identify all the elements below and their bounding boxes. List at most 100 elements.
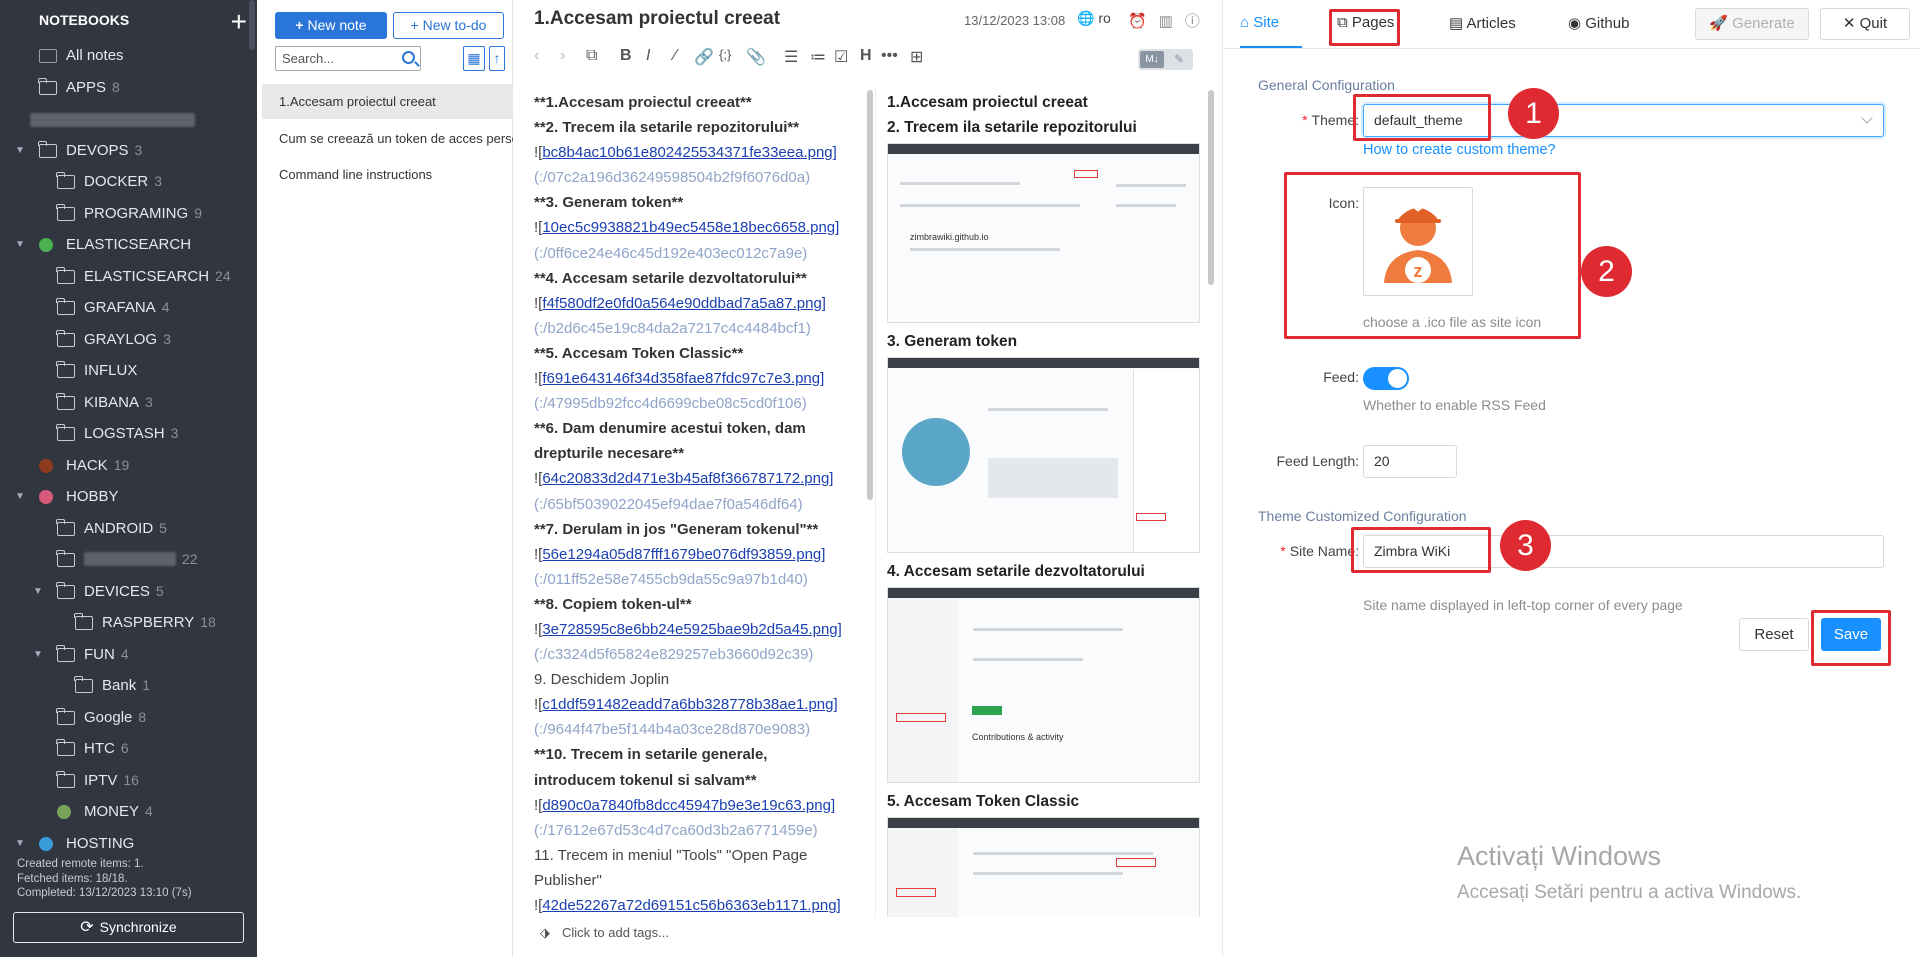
- notebook-item[interactable]: Google 8: [0, 702, 249, 734]
- attach-file-icon[interactable]: 📎: [746, 47, 766, 67]
- expand-chevron-icon[interactable]: ▼: [32, 639, 44, 671]
- notebook-item[interactable]: ▼ FUN 4: [0, 639, 249, 671]
- notebook-item[interactable]: [0, 103, 249, 135]
- notebook-item[interactable]: Bank 1: [0, 670, 249, 702]
- bold-icon[interactable]: B: [620, 47, 632, 65]
- spellcheck-language[interactable]: 🌐 ro: [1077, 10, 1111, 27]
- expand-chevron-icon[interactable]: ▼: [14, 135, 26, 167]
- search-input[interactable]: Search...: [275, 46, 421, 71]
- preview-screenshot-token-classic: [887, 817, 1200, 917]
- markdown-image-link[interactable]: bc8b4ac10b61e802425534371fe33eea.png]: [542, 144, 836, 161]
- quit-button[interactable]: ✕ Quit: [1820, 8, 1910, 40]
- close-icon: ✕: [1842, 15, 1860, 32]
- screenshot-site-text: zimbrawiki.github.io: [910, 232, 989, 242]
- note-list-item[interactable]: 1.Accesam proiectul creeat: [262, 84, 513, 119]
- expand-chevron-icon[interactable]: ▼: [14, 229, 26, 261]
- new-note-button[interactable]: + New note: [275, 12, 387, 39]
- tags-bar[interactable]: ⬗ Click to add tags...: [540, 925, 669, 941]
- forward-icon[interactable]: ›: [560, 47, 565, 65]
- tab-articles[interactable]: ▤ Articles: [1449, 14, 1516, 32]
- new-todo-button[interactable]: + New to-do: [393, 12, 504, 39]
- markdown-preview[interactable]: 1.Accesam proiectul creeat 2. Trecem ila…: [887, 90, 1205, 917]
- markdown-image-link[interactable]: f4f580df2e0fd0a564e90ddbad7a5a87.png]: [542, 295, 826, 312]
- italic-icon[interactable]: I: [646, 47, 650, 65]
- screenshot-line: [973, 628, 1123, 631]
- expand-chevron-icon[interactable]: ▼: [32, 576, 44, 608]
- markdown-image-link[interactable]: f691e643146f34d358fae87fdc97c7e3.png]: [542, 370, 824, 387]
- notebook-item[interactable]: ANDROID 5: [0, 513, 249, 545]
- heading-icon[interactable]: H: [860, 47, 872, 65]
- notebook-item[interactable]: 22: [0, 544, 249, 576]
- link-icon[interactable]: 🔗: [694, 47, 714, 67]
- notebook-item[interactable]: ▼ DEVICES 5: [0, 576, 249, 608]
- expand-chevron-icon[interactable]: ▼: [14, 481, 26, 513]
- notebook-item[interactable]: ▼ HOBBY: [0, 481, 249, 513]
- notebook-item[interactable]: All notes: [0, 40, 249, 72]
- notebook-count: 22: [182, 551, 198, 567]
- note-list-item[interactable]: Cum se creează un token de acces persona…: [262, 121, 513, 156]
- bulleted-list-icon[interactable]: ☰: [784, 47, 798, 67]
- info-icon[interactable]: ⓘ: [1185, 13, 1212, 30]
- markdown-image-link[interactable]: 3e728595c8e6bb24e5925bae9b2d5a45.png]: [542, 621, 841, 638]
- notebook-item[interactable]: ELASTICSEARCH 24: [0, 261, 249, 293]
- reset-button[interactable]: Reset: [1739, 618, 1809, 651]
- synchronize-button[interactable]: ⟳ Synchronize: [13, 912, 244, 943]
- note-date[interactable]: 13/12/2023 13:08: [964, 13, 1065, 28]
- notebook-item[interactable]: INFLUX: [0, 355, 249, 387]
- layout-toggle-icon[interactable]: ▥: [1159, 13, 1185, 30]
- checklist-icon[interactable]: ☑: [834, 47, 848, 67]
- notebook-label: ANDROID 5: [84, 513, 167, 545]
- search-icon[interactable]: [402, 51, 415, 64]
- note-list-item[interactable]: Command line instructions: [262, 157, 513, 192]
- folder-icon: [56, 329, 75, 347]
- more-icon[interactable]: •••: [881, 47, 898, 65]
- notebook-item[interactable]: HACK 19: [0, 450, 249, 482]
- rich-text-view-icon[interactable]: ✎: [1168, 51, 1190, 68]
- notebook-item[interactable]: PROGRAMING 9: [0, 198, 249, 230]
- feed-toggle[interactable]: [1363, 367, 1409, 390]
- insert-datetime-icon[interactable]: ⊞: [910, 47, 923, 67]
- editor-scrollbar[interactable]: [867, 90, 873, 500]
- markdown-image-link[interactable]: c1ddf591482eadd7a6bb328778b38ae1.png]: [542, 696, 837, 713]
- notebook-item[interactable]: IPTV 16: [0, 765, 249, 797]
- tab-site[interactable]: ⌂ Site: [1240, 14, 1279, 31]
- notebook-item[interactable]: KIBANA 3: [0, 387, 249, 419]
- markdown-view-icon[interactable]: M↓: [1140, 51, 1164, 68]
- notebook-item[interactable]: DOCKER 3: [0, 166, 249, 198]
- notebook-item[interactable]: LOGSTASH 3: [0, 418, 249, 450]
- markdown-image-link[interactable]: 42de52267a72d69151c56b6363eb1171.png]: [542, 897, 840, 914]
- feed-length-input[interactable]: 20: [1363, 445, 1457, 478]
- external-edit-icon[interactable]: ⧉: [586, 47, 597, 65]
- notebook-item[interactable]: ▼ DEVOPS 3: [0, 135, 249, 167]
- markdown-image-link[interactable]: 64c20833d2d471e3b45af8f366787172.png]: [542, 470, 833, 487]
- notebook-item[interactable]: APPS 8: [0, 72, 249, 104]
- feed-label: Feed:: [1323, 369, 1359, 385]
- back-icon[interactable]: ‹: [534, 47, 539, 65]
- highlight-icon[interactable]: ⁄: [674, 47, 677, 65]
- alarm-icon[interactable]: ⏰: [1128, 13, 1159, 30]
- preview-scrollbar[interactable]: [1208, 90, 1214, 285]
- markdown-image-link[interactable]: 56e1294a05d87fff1679be076df93859.png]: [542, 546, 825, 563]
- editor-view-toggle[interactable]: M↓ ✎: [1138, 49, 1193, 70]
- tab-github[interactable]: ◉ Github: [1568, 14, 1629, 32]
- code-icon[interactable]: {;}: [719, 47, 731, 62]
- markdown-image-link[interactable]: 10ec5c9938821b49ec5458e18bec6658.png]: [542, 219, 839, 236]
- custom-theme-help-link[interactable]: How to create custom theme?: [1363, 142, 1556, 158]
- notebook-item[interactable]: MONEY 4: [0, 796, 249, 828]
- notebook-item[interactable]: ▼ ELASTICSEARCH: [0, 229, 249, 261]
- notebook-item[interactable]: RASPBERRY 18: [0, 607, 249, 639]
- notebook-item[interactable]: GRAFANA 4: [0, 292, 249, 324]
- markdown-source[interactable]: **1.Accesam proiectul creeat** **2. Trece…: [534, 90, 872, 917]
- note-title[interactable]: 1.Accesam proiectul creeat: [534, 8, 780, 30]
- sidebar-scrollbar[interactable]: [249, 0, 255, 50]
- notebook-item[interactable]: ▼ HOSTING: [0, 828, 249, 860]
- generate-button[interactable]: 🚀 Generate: [1695, 8, 1809, 40]
- notebook-item[interactable]: HTC 6: [0, 733, 249, 765]
- sort-order-button[interactable]: ↑: [489, 46, 505, 71]
- add-notebook-plus-icon[interactable]: +: [231, 6, 247, 38]
- notebook-item[interactable]: GRAYLOG 3: [0, 324, 249, 356]
- calendar-toggle-button[interactable]: ▦: [463, 46, 485, 71]
- markdown-image-link[interactable]: d890c0a7840fb8dcc45947b9e3e19c63.png]: [542, 797, 835, 814]
- numbered-list-icon[interactable]: ≔: [810, 47, 826, 67]
- expand-chevron-icon[interactable]: ▼: [14, 828, 26, 860]
